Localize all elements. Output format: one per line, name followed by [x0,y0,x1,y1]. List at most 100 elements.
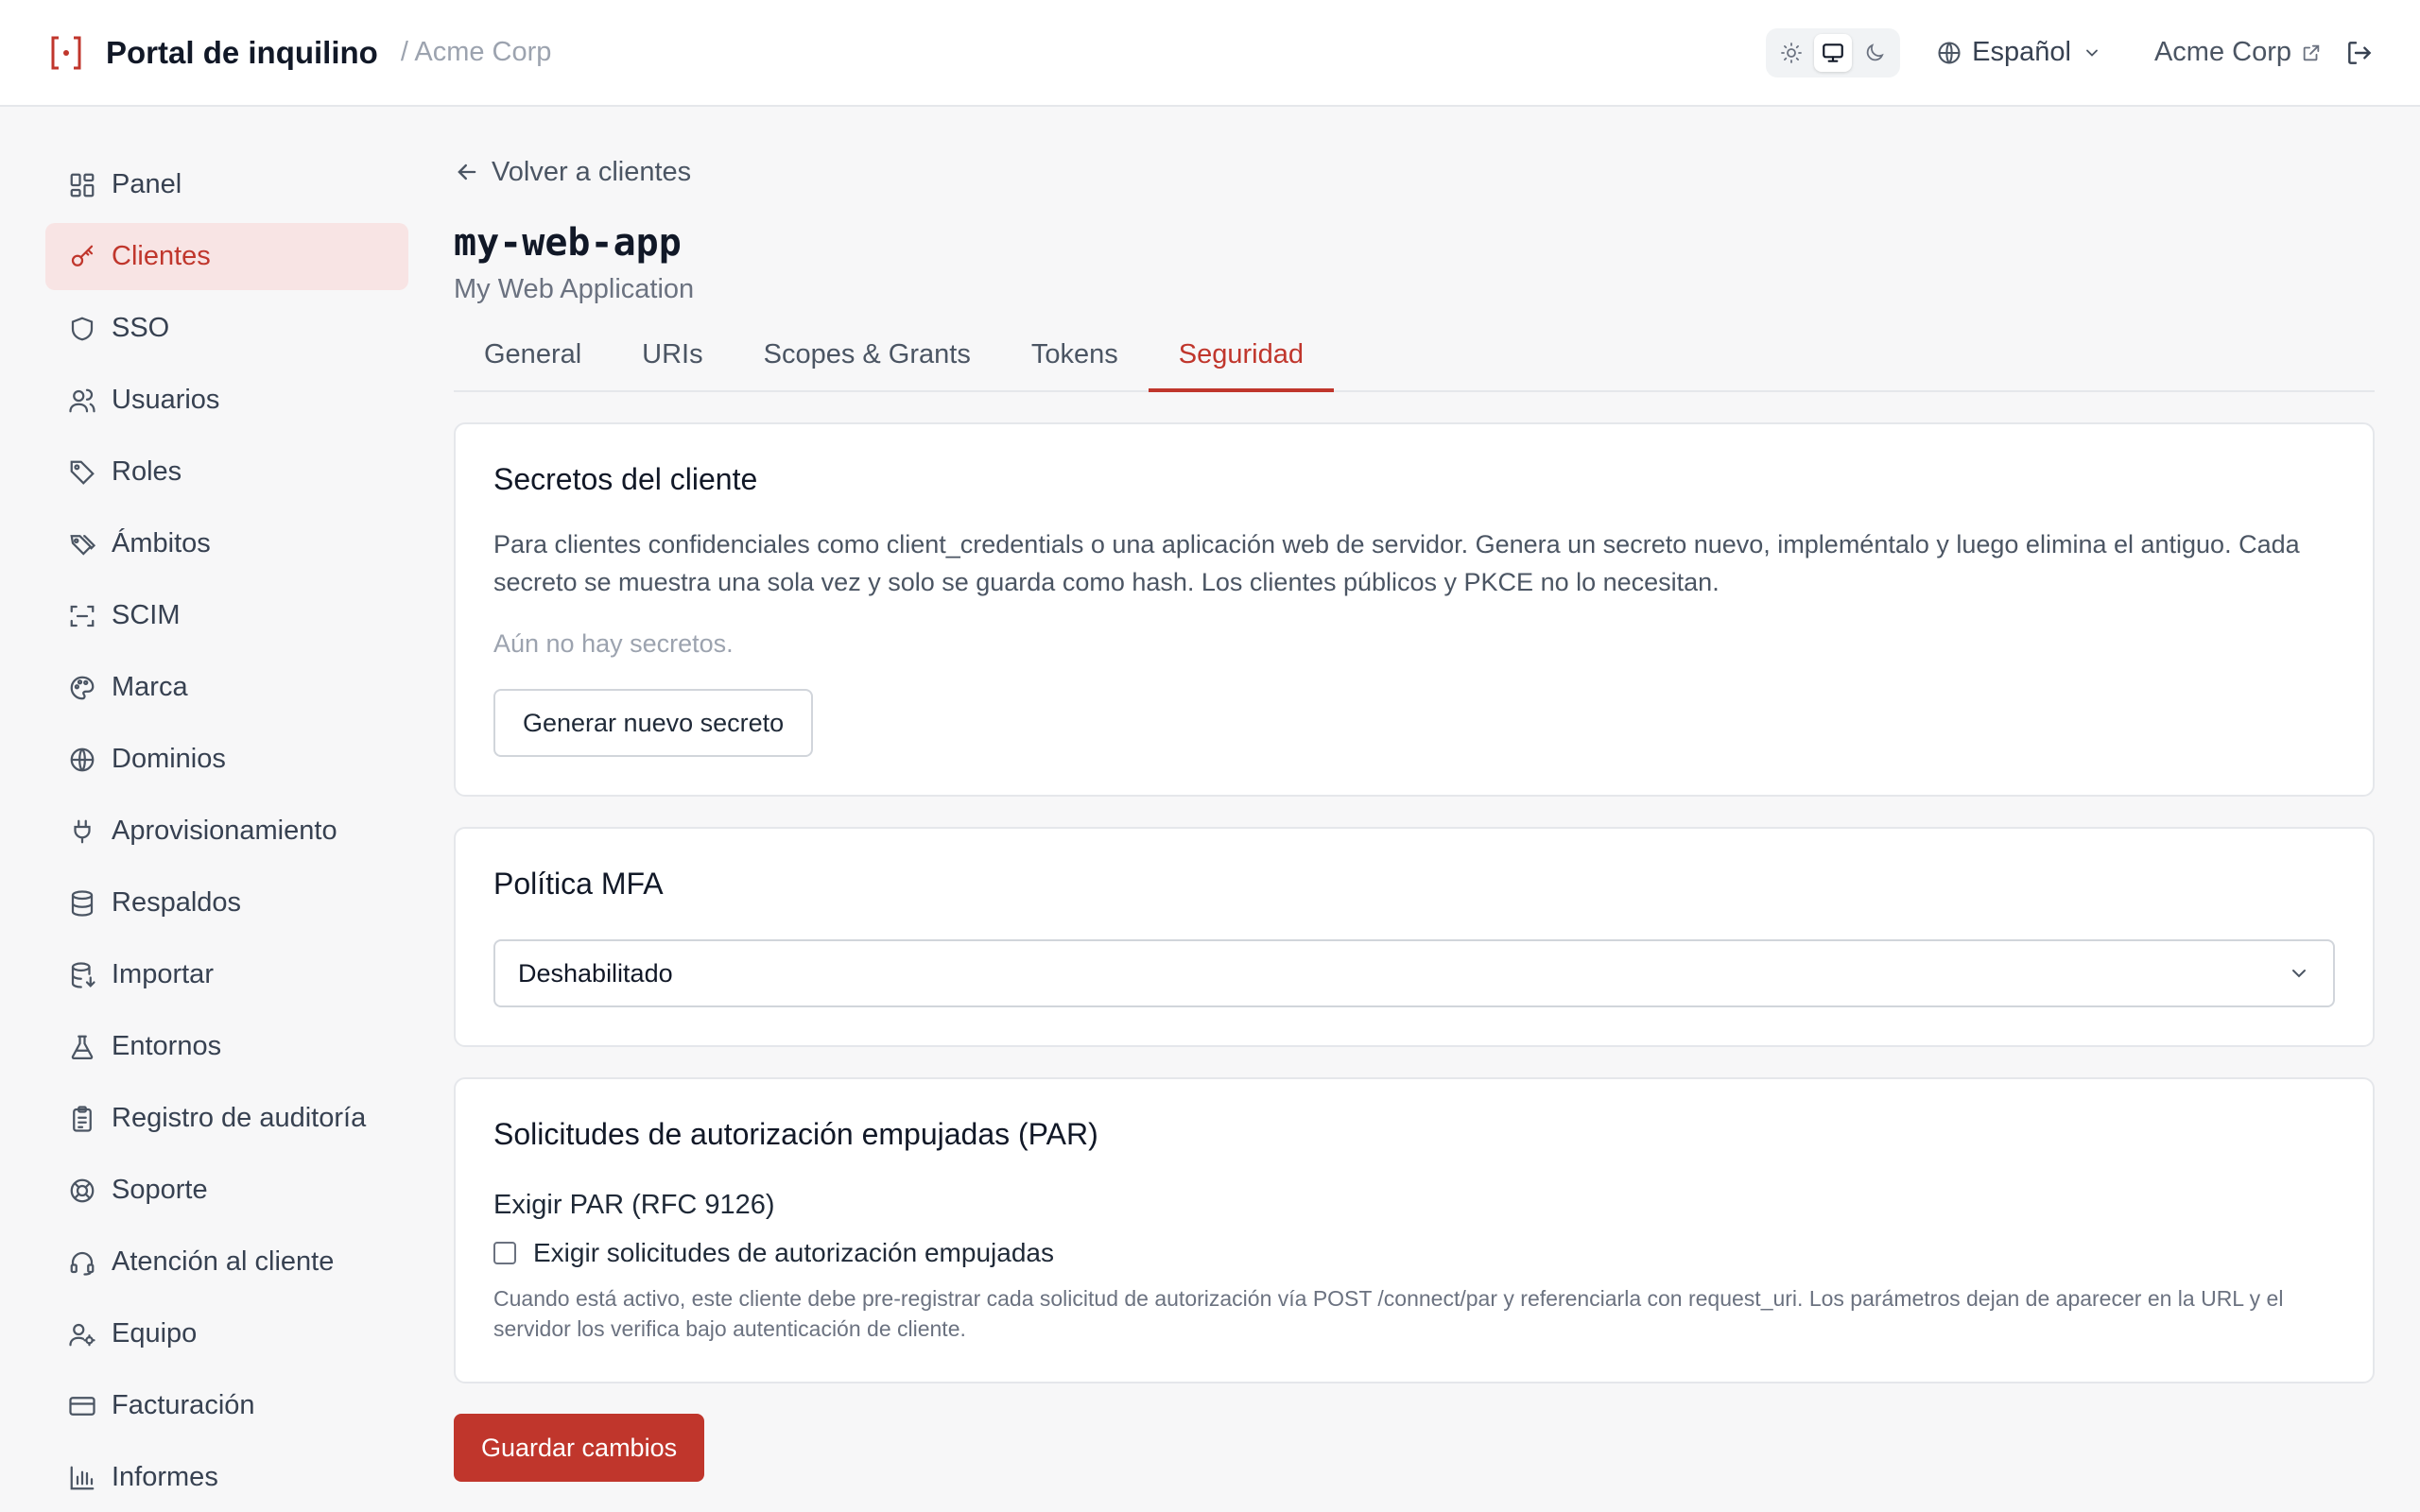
monitor-icon[interactable] [1814,33,1853,72]
mfa-title: Política MFA [493,867,664,901]
tab-uris[interactable]: URIs [612,334,733,392]
sidebar-item-label: Roles [112,456,182,487]
database-import-icon [71,961,95,988]
back-link-label: Volver a clientes [492,156,692,187]
globe-icon [70,747,95,771]
sidebar-item-label: SCIM [112,600,181,630]
sidebar-item-label: Aprovisionamiento [112,816,337,846]
mfa-card: Política MFA Deshabilitado [454,827,2375,1047]
sun-icon[interactable] [1772,34,1810,72]
secrets-empty-state: Aún no hay secretos. [493,629,734,658]
sidebar-item-label: Panel [112,169,182,199]
tag-icon [70,460,95,485]
sidebar-item-label: SSO [112,313,170,343]
sidebar-item-scim[interactable]: SCIM [45,582,408,649]
key-icon [71,245,94,266]
sidebar-item-label: Atención al cliente [112,1246,335,1277]
par-checkbox-label[interactable]: Exigir solicitudes de autorización empuj… [533,1238,1054,1268]
user-cog-icon [69,1323,95,1346]
tab-bar: General URIs Scopes & Grants Tokens Segu… [454,334,2375,392]
credit-card-icon [69,1396,95,1416]
moon-icon[interactable] [1856,34,1893,72]
sidebar-item-label: Informes [112,1462,218,1492]
par-card: Solicitudes de autorización empujadas (P… [454,1077,2375,1383]
tab-general[interactable]: General [454,334,612,392]
bar-chart-icon [70,1466,95,1489]
sidebar-item-label: Entornos [112,1031,222,1061]
tab-tokens[interactable]: Tokens [1001,334,1149,392]
sidebar-item-label: Marca [112,672,188,702]
globe-icon [1938,41,1961,64]
tags-icon [70,534,96,556]
plug-icon [74,819,91,843]
sidebar-item-entornos[interactable]: Entornos [45,1013,408,1080]
sidebar: Panel Clientes SSO Usuarios Roles Ámbito… [45,151,408,1512]
org-link-label: Acme Corp [2153,37,2291,67]
clipboard-icon [73,1105,92,1132]
sidebar-item-dominios[interactable]: Dominios [45,726,408,793]
sidebar-item-panel[interactable]: Panel [45,151,408,218]
sidebar-item-respaldos[interactable]: Respaldos [45,869,408,936]
sidebar-item-label: Dominios [112,744,226,774]
secrets-title: Secretos del cliente [493,462,758,496]
theme-switcher [1766,27,1901,77]
logo-icon [49,34,83,72]
main-content: Volver a clientes my-web-app My Web Appl… [454,142,2375,1482]
sidebar-item-clientes[interactable]: Clientes [45,223,408,290]
sidebar-item-equipo[interactable]: Equipo [45,1300,408,1367]
sidebar-item-importar[interactable]: Importar [45,941,408,1008]
sidebar-item-label: Importar [112,959,214,989]
language-label: Español [1972,37,2071,67]
client-name: My Web Application [454,274,695,304]
flask-icon [71,1035,94,1059]
language-select[interactable]: Español [1936,37,2111,68]
sidebar-item-ambitos[interactable]: Ámbitos [45,510,408,577]
sidebar-item-sso[interactable]: SSO [45,295,408,362]
tab-seguridad[interactable]: Seguridad [1148,334,1334,392]
brand[interactable]: Portal de inquilino / Acme Corp [49,34,551,72]
sidebar-item-facturacion[interactable]: Facturación [45,1372,408,1439]
sidebar-item-usuarios[interactable]: Usuarios [45,367,408,434]
sidebar-item-informes[interactable]: Informes [45,1444,408,1511]
sidebar-item-atencion-cliente[interactable]: Atención al cliente [45,1228,408,1296]
par-checkbox[interactable] [493,1242,516,1264]
database-icon [71,889,94,917]
save-button[interactable]: Guardar cambios [454,1414,705,1482]
sidebar-item-registro-auditoria[interactable]: Registro de auditoría [45,1085,408,1152]
shield-icon [71,317,94,340]
sidebar-item-label: Respaldos [112,887,242,918]
sidebar-item-label: Soporte [112,1175,208,1205]
par-title: Solicitudes de autorización empujadas (P… [493,1117,1098,1151]
sidebar-item-aprovisionamiento[interactable]: Aprovisionamiento [45,798,408,865]
dashboard-icon [70,173,95,197]
secrets-card: Secretos del cliente Para clientes confi… [454,422,2375,797]
logout-button[interactable] [2344,38,2375,68]
chevron-down-icon [2292,970,2306,978]
sidebar-item-label: Ámbitos [112,528,211,558]
app-title: Portal de inquilino [106,34,378,70]
users-icon [69,388,95,412]
sidebar-item-label: Registro de auditoría [112,1103,367,1133]
par-checkbox-row[interactable]: Exigir solicitudes de autorización empuj… [493,1238,2335,1268]
arrow-left-icon [458,163,476,180]
sidebar-item-soporte[interactable]: Soporte [45,1157,408,1224]
page-title: my-web-app [454,221,682,265]
sidebar-item-roles[interactable]: Roles [45,438,408,506]
generate-secret-button[interactable]: Generar nuevo secreto [493,689,814,757]
back-link[interactable]: Volver a clientes [454,142,2375,202]
secrets-description: Para clientes confidenciales como client… [493,530,2300,596]
external-link-icon [2303,44,2320,60]
par-help-text: Cuando está activo, este cliente debe pr… [493,1286,2284,1341]
top-bar: Portal de inquilino / Acme Corp Español … [0,0,2420,107]
org-external-link[interactable]: Acme Corp [2154,37,2322,68]
sidebar-item-label: Equipo [112,1318,198,1349]
breadcrumb-org[interactable]: / Acme Corp [401,37,552,68]
sidebar-item-marca[interactable]: Marca [45,654,408,721]
sidebar-item-label: Clientes [112,241,211,271]
chevron-down-icon [2086,49,2098,57]
headset-icon [70,1251,95,1276]
mfa-policy-value: Deshabilitado [518,958,673,988]
tab-scopes-grants[interactable]: Scopes & Grants [734,334,1001,392]
logout-icon [2348,41,2372,64]
mfa-policy-select[interactable]: Deshabilitado [493,939,2335,1007]
